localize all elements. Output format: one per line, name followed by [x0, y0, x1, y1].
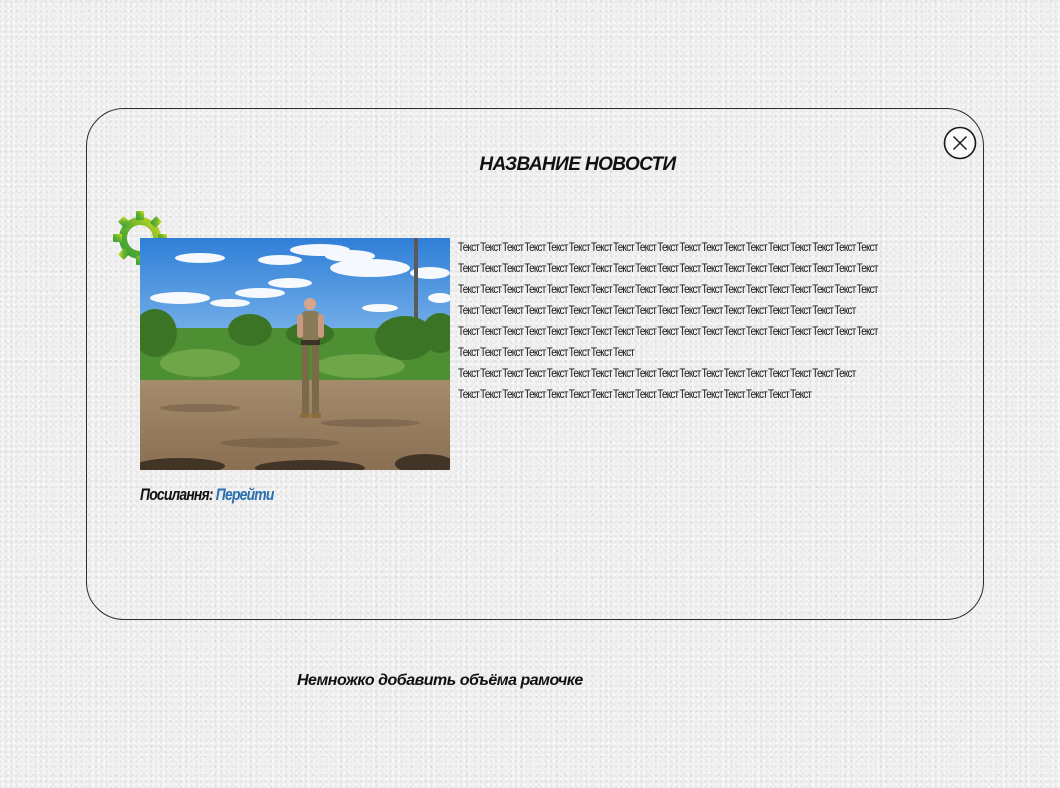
news-photo: [140, 238, 450, 470]
news-title: НАЗВАНИЕ НОВОСТИ: [479, 154, 676, 175]
news-body-line: Текст Текст Текст Текст Текст Текст Текс…: [458, 242, 878, 254]
news-body: Текст Текст Текст Текст Текст Текст Текс…: [458, 238, 888, 406]
link-row: Посилання: Перейти: [140, 485, 274, 505]
link-label: Посилання:: [140, 485, 214, 504]
news-body-line: Текст Текст Текст Текст Текст Текст Текс…: [458, 284, 878, 296]
news-body-line: Текст Текст Текст Текст Текст Текст Текс…: [458, 263, 878, 275]
news-body-line: Текст Текст Текст Текст Текст Текст Текс…: [458, 305, 856, 317]
news-body-line: Текст Текст Текст Текст Текст Текст Текс…: [458, 347, 635, 359]
design-note: Немножко добавить объёма рамочке: [297, 672, 583, 689]
news-body-line: Текст Текст Текст Текст Текст Текст Текс…: [458, 368, 856, 380]
news-body-line: Текст Текст Текст Текст Текст Текст Текс…: [458, 389, 812, 401]
go-link[interactable]: Перейти: [216, 485, 275, 504]
news-body-line: Текст Текст Текст Текст Текст Текст Текс…: [458, 326, 878, 338]
